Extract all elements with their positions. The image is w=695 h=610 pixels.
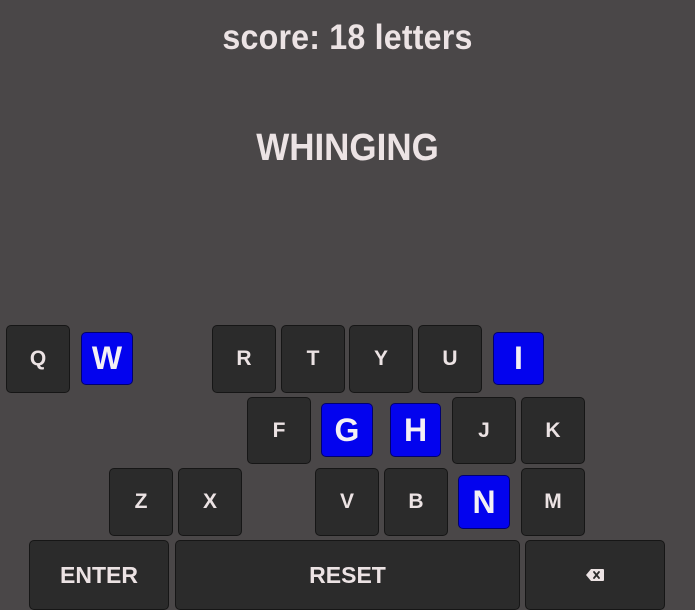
key-j[interactable]: J	[452, 397, 516, 464]
key-v[interactable]: V	[315, 468, 379, 536]
key-g[interactable]: G	[321, 403, 373, 457]
key-k[interactable]: K	[521, 397, 585, 464]
key-t[interactable]: T	[281, 325, 345, 393]
enter-button[interactable]: ENTER	[29, 540, 169, 610]
key-m[interactable]: M	[521, 468, 585, 536]
backspace-icon	[586, 569, 604, 581]
key-f[interactable]: F	[247, 397, 311, 464]
reset-button[interactable]: RESET	[175, 540, 520, 610]
key-y[interactable]: Y	[349, 325, 413, 393]
key-b[interactable]: B	[384, 468, 448, 536]
key-q[interactable]: Q	[6, 325, 70, 393]
key-n[interactable]: N	[458, 475, 510, 529]
backspace-button[interactable]	[525, 540, 665, 610]
key-w[interactable]: W	[81, 332, 133, 385]
key-h[interactable]: H	[390, 403, 441, 457]
key-x[interactable]: X	[178, 468, 242, 536]
score-text: score: 18 letters	[222, 18, 473, 57]
current-word: WHINGING	[256, 127, 439, 169]
key-u[interactable]: U	[418, 325, 482, 393]
key-r[interactable]: R	[212, 325, 276, 393]
key-i[interactable]: I	[493, 332, 544, 385]
key-z[interactable]: Z	[109, 468, 173, 536]
